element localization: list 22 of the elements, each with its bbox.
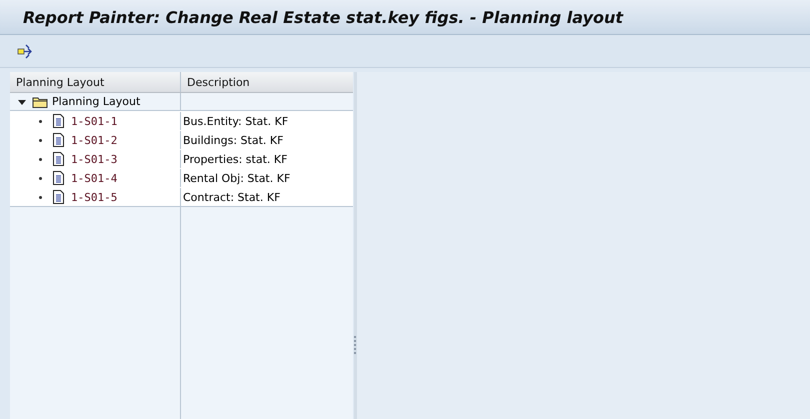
tree-node[interactable]: 1-S01-3 [71, 152, 118, 166]
tree-node[interactable]: Planning Layout [52, 95, 140, 108]
bullet-icon [39, 138, 42, 142]
bullet-icon [39, 196, 42, 198]
tree-node[interactable]: 1-S01-1 [71, 114, 118, 128]
tree-node[interactable]: 1-S01-2 [71, 134, 118, 146]
column-header[interactable]: Planning Layout [10, 72, 181, 92]
tree-node[interactable]: 1-S01-4 [71, 172, 118, 184]
table-cell: Rental Obj: Stat. KF [183, 172, 290, 184]
window-title: Report Painter: Change Real Estate stat.key figs. - Planning layout [23, 8, 624, 26]
table-cell: Contract: Stat. KF [183, 190, 280, 204]
table-cell: Buildings: Stat. KF [183, 134, 284, 146]
splitter-handle[interactable] [354, 336, 356, 354]
column-header[interactable]: Description [181, 72, 353, 92]
expanded-triangle-icon[interactable] [18, 98, 26, 106]
tree-node[interactable]: 1-S01-5 [71, 190, 118, 204]
bullet-icon [39, 176, 42, 180]
bullet-icon [39, 158, 42, 160]
table-cell: Bus.Entity: Stat. KF [183, 114, 288, 128]
bullet-icon [39, 120, 42, 122]
table-cell: Properties: stat. KF [183, 152, 288, 166]
folder-icon [32, 96, 48, 108]
